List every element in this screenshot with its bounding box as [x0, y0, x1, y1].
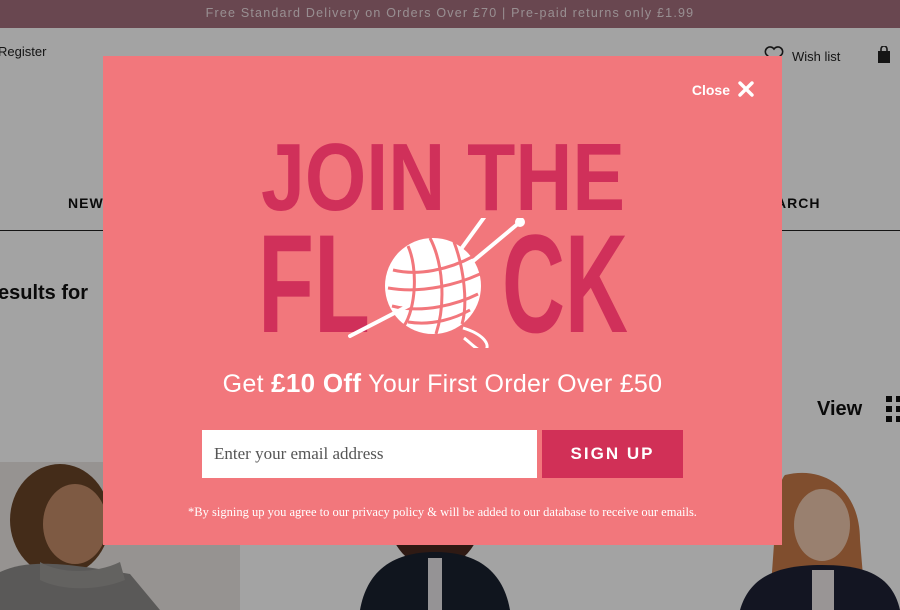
close-icon: [738, 80, 754, 100]
email-input[interactable]: [202, 430, 537, 478]
headline-join-the: JOIN THE: [261, 130, 625, 220]
yarn-ball-icon: [348, 218, 525, 348]
svg-text:JOIN THE: JOIN THE: [261, 130, 625, 220]
close-label: Close: [691, 82, 730, 98]
svg-text:CK: CK: [502, 218, 628, 348]
svg-text:FL: FL: [258, 218, 370, 348]
newsletter-modal: Close JOIN THE FL CK Get £10 Off Your Fi…: [103, 56, 782, 545]
close-button[interactable]: Close: [692, 80, 754, 100]
headline-flock: FL CK: [258, 218, 628, 348]
sign-up-button[interactable]: SIGN UP: [542, 430, 683, 478]
disclaimer-text: *By signing up you agree to our privacy …: [188, 505, 697, 519]
offer-text: Get £10 Off Your First Order Over £50: [222, 368, 663, 398]
